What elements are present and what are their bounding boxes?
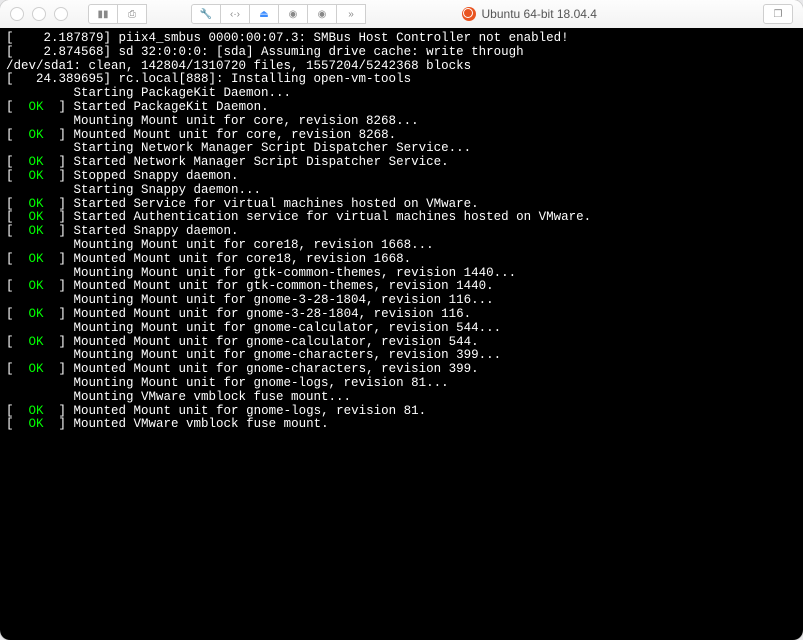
console-line: [ OK ] Mounted Mount unit for core, revi… <box>6 129 797 143</box>
console-line: Starting Snappy daemon... <box>6 184 797 198</box>
status-ok: OK <box>29 224 44 238</box>
clone-icon: ❐ <box>774 9 783 20</box>
console-line: [ OK ] Started Network Manager Script Di… <box>6 156 797 170</box>
console-line: Mounting Mount unit for gtk-common-theme… <box>6 267 797 281</box>
console-line: Mounting Mount unit for gnome-characters… <box>6 349 797 363</box>
status-ok: OK <box>29 100 44 114</box>
console-line: [ OK ] Mounted Mount unit for gnome-char… <box>6 363 797 377</box>
status-ok: OK <box>29 335 44 349</box>
console-line: [ OK ] Mounted Mount unit for gnome-logs… <box>6 405 797 419</box>
console-line: [ 24.389695] rc.local[888]: Installing o… <box>6 73 797 87</box>
camera-icon: ⎙ <box>128 9 136 20</box>
console-line: Mounting Mount unit for core, revision 8… <box>6 115 797 129</box>
window-title: Ubuntu 64-bit 18.04.4 <box>482 7 597 21</box>
pause-icon: ▮▮ <box>97 9 108 20</box>
console-line: [ OK ] Mounted Mount unit for gnome-3-28… <box>6 308 797 322</box>
status-ok: OK <box>29 210 44 224</box>
console-line: Mounting Mount unit for core18, revision… <box>6 239 797 253</box>
status-ok: OK <box>29 169 44 183</box>
console-line: Mounting Mount unit for gnome-logs, revi… <box>6 377 797 391</box>
more-button[interactable]: » <box>336 4 366 24</box>
ubuntu-icon <box>462 7 476 21</box>
status-ok: OK <box>29 128 44 142</box>
console-line: [ OK ] Mounted Mount unit for gnome-calc… <box>6 336 797 350</box>
console-line: Mounting Mount unit for gnome-3-28-1804,… <box>6 294 797 308</box>
console-line: [ 2.874568] sd 32:0:0:0: [sda] Assuming … <box>6 46 797 60</box>
vm-console[interactable]: [ 2.187879] piix4_smbus 0000:00:07.3: SM… <box>0 28 803 640</box>
toolbar-group-right: ❐ <box>763 4 793 24</box>
console-line: [ OK ] Mounted Mount unit for gtk-common… <box>6 280 797 294</box>
console-line: [ 2.187879] piix4_smbus 0000:00:07.3: SM… <box>6 32 797 46</box>
status-ok: OK <box>29 362 44 376</box>
status-ok: OK <box>29 307 44 321</box>
status-ok: OK <box>29 155 44 169</box>
console-line: [ OK ] Started Authentication service fo… <box>6 211 797 225</box>
window-title-container: Ubuntu 64-bit 18.04.4 <box>462 7 597 21</box>
titlebar: ▮▮ ⎙ 🔧 ‹·› ⏏ ◉ ◉ » Ubuntu 64-bit 18.04.4… <box>0 0 803 29</box>
console-output: [ 2.187879] piix4_smbus 0000:00:07.3: SM… <box>0 28 803 436</box>
console-line: [ OK ] Mounted VMware vmblock fuse mount… <box>6 418 797 432</box>
console-line: Starting PackageKit Daemon... <box>6 87 797 101</box>
device1-button[interactable]: ◉ <box>278 4 308 24</box>
disk-button[interactable]: ⏏ <box>249 4 279 24</box>
pause-button[interactable]: ▮▮ <box>88 4 118 24</box>
device2-button[interactable]: ◉ <box>307 4 337 24</box>
hdd-icon: ⏏ <box>259 9 268 20</box>
wrench-icon: 🔧 <box>200 9 212 20</box>
console-line: Starting Network Manager Script Dispatch… <box>6 142 797 156</box>
snapshot-button[interactable]: ⎙ <box>117 4 147 24</box>
console-line: [ OK ] Started Snappy daemon. <box>6 225 797 239</box>
resize-button[interactable]: ‹·› <box>220 4 250 24</box>
status-ok: OK <box>29 404 44 418</box>
status-ok: OK <box>29 279 44 293</box>
device-icon: ◉ <box>289 9 298 20</box>
console-line: [ OK ] Stopped Snappy daemon. <box>6 170 797 184</box>
console-line: [ OK ] Mounted Mount unit for core18, re… <box>6 253 797 267</box>
console-line: /dev/sda1: clean, 142804/1310720 files, … <box>6 60 797 74</box>
status-ok: OK <box>29 197 44 211</box>
status-ok: OK <box>29 417 44 431</box>
status-ok: OK <box>29 252 44 266</box>
console-line: [ OK ] Started Service for virtual machi… <box>6 198 797 212</box>
chevron-right-icon: » <box>348 9 354 20</box>
window-controls <box>10 7 68 21</box>
zoom-button[interactable] <box>54 7 68 21</box>
device-icon: ◉ <box>318 9 327 20</box>
toolbar-group-left: ▮▮ ⎙ <box>88 4 147 24</box>
settings-button[interactable]: 🔧 <box>191 4 221 24</box>
minimize-button[interactable] <box>32 7 46 21</box>
console-line: Mounting VMware vmblock fuse mount... <box>6 391 797 405</box>
console-line: Mounting Mount unit for gnome-calculator… <box>6 322 797 336</box>
toolbar-group-mid: 🔧 ‹·› ⏏ ◉ ◉ » <box>191 4 366 24</box>
clone-button[interactable]: ❐ <box>763 4 793 24</box>
console-line: [ OK ] Started PackageKit Daemon. <box>6 101 797 115</box>
vm-window: ▮▮ ⎙ 🔧 ‹·› ⏏ ◉ ◉ » Ubuntu 64-bit 18.04.4… <box>0 0 803 640</box>
close-button[interactable] <box>10 7 24 21</box>
angles-icon: ‹·› <box>230 9 240 20</box>
